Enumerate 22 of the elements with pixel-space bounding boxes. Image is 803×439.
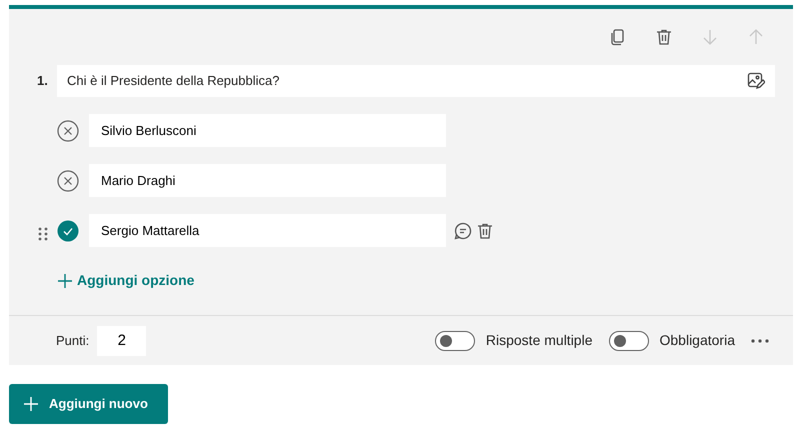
delete-icon[interactable] (476, 222, 494, 240)
option-field[interactable]: Sergio Mattarella (89, 214, 446, 247)
toggle-label: Risposte multiple (486, 331, 592, 350)
incorrect-x-icon[interactable] (57, 120, 79, 142)
plus-icon (57, 272, 73, 288)
plus-icon (23, 396, 39, 412)
comment-icon[interactable] (454, 222, 472, 240)
add-option-button[interactable]: Aggiungi opzione (57, 270, 194, 291)
toggle-switch[interactable] (608, 330, 648, 350)
question-number: 1. (37, 72, 49, 90)
question-field[interactable]: Chi è il Presidente della Repubblica? (57, 65, 775, 97)
correct-check-icon[interactable] (57, 220, 79, 242)
toggle-label: Obbligatoria (660, 331, 735, 350)
option-field[interactable]: Silvio Berlusconi (89, 114, 446, 147)
incorrect-x-icon[interactable] (57, 170, 79, 192)
more-icon[interactable] (751, 338, 769, 342)
points-label: Punti: (56, 332, 90, 350)
add-new-button[interactable]: Aggiungi nuovo (9, 384, 168, 424)
image-edit-icon[interactable] (747, 72, 765, 90)
toggle-switch[interactable] (434, 330, 475, 350)
points-field[interactable]: 2 (97, 326, 146, 356)
option-field[interactable]: Mario Draghi (89, 164, 446, 197)
